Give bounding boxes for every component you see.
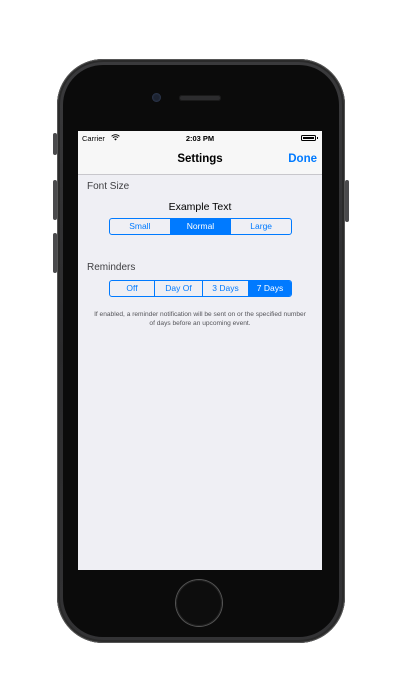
navigation-bar: Settings Done — [78, 145, 322, 175]
reminders-section-label: Reminders — [87, 262, 136, 273]
status-bar: Carrier 2:03 PM — [78, 131, 322, 145]
font-size-section-label: Font Size — [87, 181, 130, 192]
page-title: Settings — [177, 153, 223, 165]
font-size-segmented-control: Small Normal Large — [109, 218, 292, 235]
power-button — [345, 180, 349, 222]
segment-font-small[interactable]: Small — [110, 219, 170, 234]
earpiece-speaker — [179, 95, 221, 101]
done-button[interactable]: Done — [288, 153, 317, 165]
segment-reminder-3-days[interactable]: 3 Days — [202, 281, 248, 296]
screen: Carrier 2:03 PM Settings Done Font Size … — [78, 131, 322, 570]
segment-font-large[interactable]: Large — [230, 219, 291, 234]
front-camera — [152, 93, 161, 102]
segment-font-normal[interactable]: Normal — [169, 219, 231, 234]
segment-reminder-day-of[interactable]: Day Of — [154, 281, 202, 296]
reminders-segmented-control: Off Day Of 3 Days 7 Days — [109, 280, 292, 297]
app-preview: Carrier 2:03 PM Settings Done Font Size … — [0, 0, 400, 700]
example-text-preview: Example Text — [168, 201, 232, 213]
battery-icon — [301, 135, 318, 141]
home-button[interactable] — [176, 580, 222, 626]
segment-reminder-7-days[interactable]: 7 Days — [248, 281, 291, 296]
status-time: 2:03 PM — [185, 134, 215, 143]
reminders-footnote: If enabled, a reminder notification will… — [94, 311, 306, 327]
segment-reminder-off[interactable]: Off — [110, 281, 154, 296]
